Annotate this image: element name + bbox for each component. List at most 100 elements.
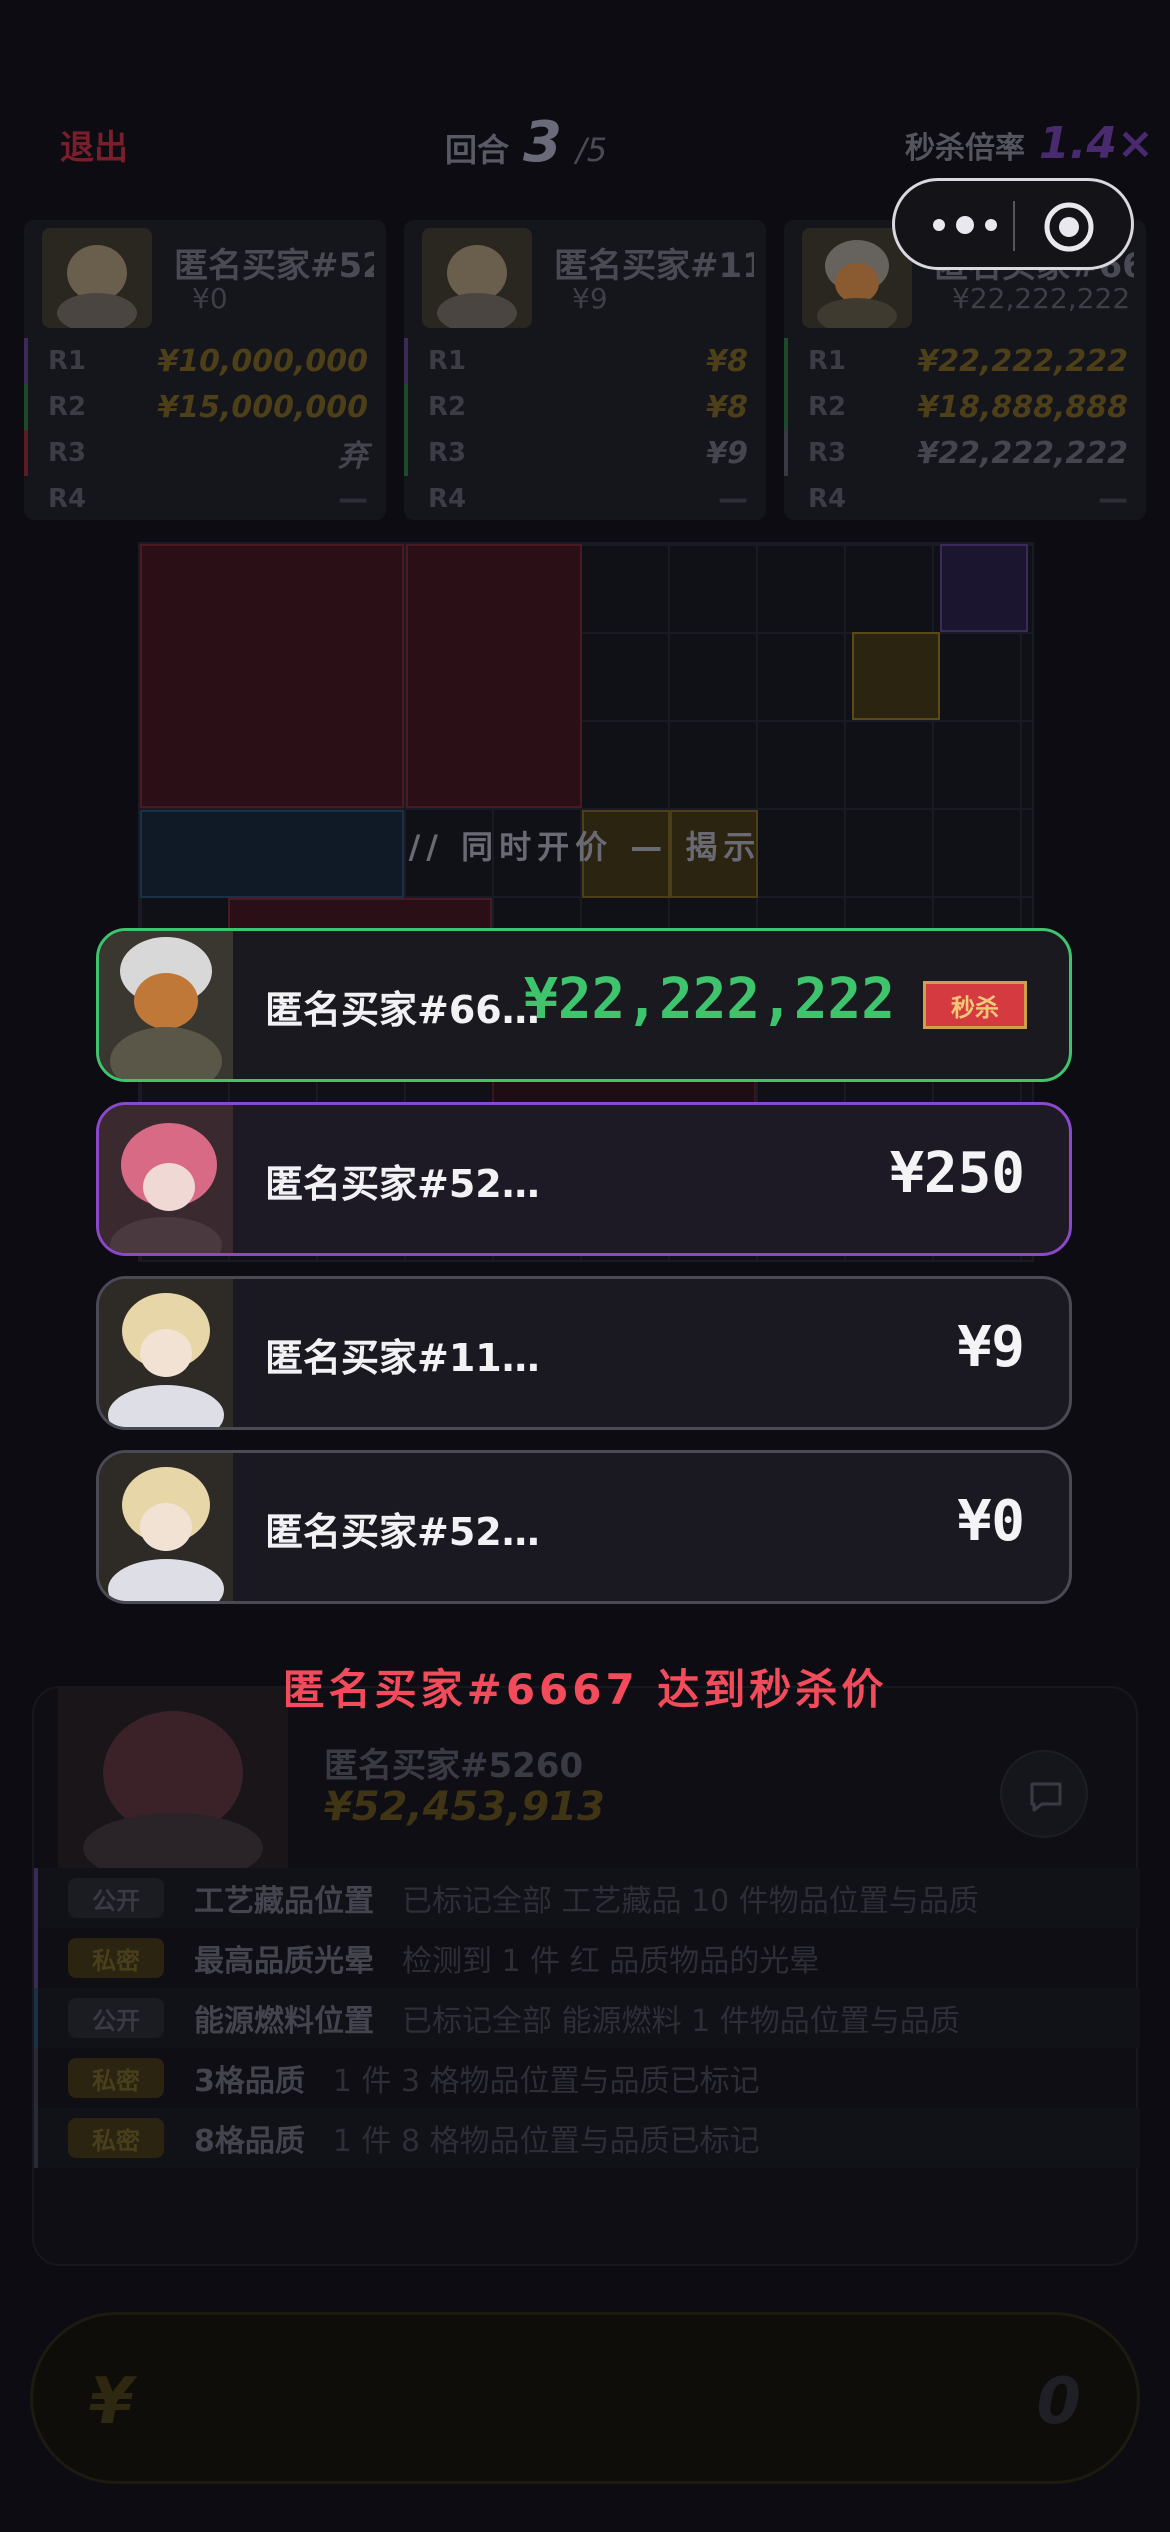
avatar bbox=[42, 228, 152, 328]
round-row: R4 — bbox=[784, 476, 1146, 520]
avatar bbox=[99, 1453, 233, 1601]
round-row: R1 ¥22,222,222 bbox=[784, 338, 1146, 384]
target-icon[interactable] bbox=[1043, 201, 1095, 253]
player-card: 匿名买家#1199 ¥9 R1 ¥8 R2 ¥8 R3 ¥9 R4 — bbox=[404, 220, 766, 520]
visibility-tag: 公开 bbox=[68, 1998, 164, 2038]
round-value: ¥22,222,222 bbox=[917, 343, 1128, 379]
info-desc: 检测到 1 件 红 品质物品的光晕 bbox=[402, 1944, 820, 1979]
more-dots-icon[interactable] bbox=[925, 203, 1005, 247]
info-row: 私密 3格品质 1 件 3 格物品位置与品质已标记 bbox=[34, 2048, 1140, 2108]
round-row: R1 ¥10,000,000 bbox=[24, 338, 386, 384]
round-label: R2 bbox=[48, 392, 87, 422]
round-label: R1 bbox=[48, 346, 87, 376]
info-title: 8格品质 bbox=[194, 2124, 305, 2159]
avatar bbox=[99, 931, 233, 1079]
multiplier-value: 1.4× bbox=[1039, 118, 1154, 169]
visibility-tag: 私密 bbox=[68, 2118, 164, 2158]
my-status-panel: 匿名买家#5260 ¥52,453,913 公开 工艺藏品位置 已标记全部 工艺… bbox=[32, 1686, 1140, 2266]
round-row: R1 ¥8 bbox=[404, 338, 766, 384]
visibility-tag: 私密 bbox=[68, 1938, 164, 1978]
round-row: R3 弃 bbox=[24, 430, 386, 476]
bidder-name: 匿名买家#1199 bbox=[265, 1336, 547, 1380]
grid-item-red bbox=[406, 544, 582, 808]
round-row: R2 ¥18,888,888 bbox=[784, 384, 1146, 430]
round-label: R2 bbox=[808, 392, 847, 422]
info-title: 3格品质 bbox=[194, 2064, 305, 2099]
info-row: 私密 最高品质光晕 检测到 1 件 红 品质物品的光晕 bbox=[34, 1928, 1140, 1988]
chat-button[interactable] bbox=[1000, 1750, 1088, 1838]
grid-item-red bbox=[140, 544, 404, 808]
round-label: R1 bbox=[808, 346, 847, 376]
reveal-title: // 同时开价 — 揭示 bbox=[408, 828, 762, 866]
multiplier-indicator: 秒杀倍率 1.4× bbox=[905, 118, 1154, 169]
chat-icon bbox=[1030, 1782, 1062, 1812]
round-row: R4 — bbox=[404, 476, 766, 520]
round-value: — bbox=[1098, 481, 1128, 517]
my-name: 匿名买家#5260 bbox=[324, 1746, 584, 1786]
player-total: ¥9 bbox=[572, 282, 608, 315]
round-label: R3 bbox=[808, 438, 847, 468]
round-value: ¥9 bbox=[706, 435, 748, 471]
player-name: 匿名买家#5260 bbox=[174, 246, 374, 286]
round-label: R2 bbox=[428, 392, 467, 422]
bid-input[interactable]: ¥ 0 bbox=[30, 2312, 1140, 2484]
instant-win-badge: 秒杀 bbox=[923, 981, 1027, 1029]
avatar bbox=[99, 1105, 233, 1253]
round-value: 弃 bbox=[338, 439, 368, 474]
round-label: R4 bbox=[48, 484, 87, 514]
bid-amount: ¥22,222,222 bbox=[524, 967, 895, 1032]
instant-win-announcement: 匿名买家#6667 达到秒杀价 bbox=[282, 1665, 888, 1714]
bid-amount: ¥9 bbox=[957, 1315, 1025, 1380]
info-title: 能源燃料位置 bbox=[194, 2004, 374, 2039]
currency-symbol: ¥ bbox=[89, 2365, 134, 2439]
round-label: R4 bbox=[428, 484, 467, 514]
round-value: ¥18,888,888 bbox=[917, 389, 1128, 425]
grid-item-purple bbox=[940, 544, 1028, 632]
round-value: ¥10,000,000 bbox=[157, 343, 368, 379]
round-label: R1 bbox=[428, 346, 467, 376]
background-game-layer: 退出 回合 3 /5 秒杀倍率 1.4× 匿名买家#5260 ¥0 R1 ¥10,… bbox=[0, 0, 1170, 2532]
info-desc: 1 件 8 格物品位置与品质已标记 bbox=[332, 2124, 760, 2159]
avatar bbox=[99, 1279, 233, 1427]
bid-card-winner: 匿名买家#6667 ¥22,222,222 秒杀 bbox=[96, 928, 1072, 1082]
round-label: R3 bbox=[48, 438, 87, 468]
round-label: R4 bbox=[808, 484, 847, 514]
miniprogram-capsule bbox=[892, 178, 1134, 270]
info-row: 公开 能源燃料位置 已标记全部 能源燃料 1 件物品位置与品质 bbox=[34, 1988, 1140, 2048]
round-value: ¥8 bbox=[706, 389, 748, 425]
round-value: ¥15,000,000 bbox=[157, 389, 368, 425]
multiplier-label: 秒杀倍率 bbox=[905, 131, 1025, 166]
visibility-tag: 私密 bbox=[68, 2058, 164, 2098]
top-bar: 退出 回合 3 /5 秒杀倍率 1.4× bbox=[0, 110, 1170, 180]
bid-amount: ¥250 bbox=[890, 1141, 1025, 1206]
info-row: 公开 工艺藏品位置 已标记全部 工艺藏品 10 件物品位置与品质 bbox=[34, 1868, 1140, 1928]
bid-amount: ¥0 bbox=[957, 1489, 1025, 1554]
info-title: 工艺藏品位置 bbox=[194, 1884, 374, 1919]
exit-button[interactable]: 退出 bbox=[60, 120, 128, 169]
bidder-name: 匿名买家#5262 bbox=[265, 1510, 547, 1554]
bid-card: 匿名买家#1199 ¥9 bbox=[96, 1276, 1072, 1430]
info-desc: 已标记全部 能源燃料 1 件物品位置与品质 bbox=[402, 2004, 960, 2039]
my-amount: ¥52,453,913 bbox=[324, 1784, 605, 1830]
bidder-name: 匿名买家#5260 bbox=[265, 1162, 547, 1206]
player-total: ¥0 bbox=[192, 282, 228, 315]
avatar bbox=[422, 228, 532, 328]
round-row: R4 — bbox=[24, 476, 386, 520]
round-total: /5 bbox=[575, 131, 608, 169]
round-row: R3 ¥22,222,222 bbox=[784, 430, 1146, 476]
info-list: 公开 工艺藏品位置 已标记全部 工艺藏品 10 件物品位置与品质 私密 最高品质… bbox=[34, 1868, 1140, 2168]
round-indicator: 回合 3 /5 bbox=[445, 110, 607, 175]
info-title: 最高品质光晕 bbox=[194, 1944, 374, 1979]
bid-card: 匿名买家#5260 ¥250 bbox=[96, 1102, 1072, 1256]
round-label: R3 bbox=[428, 438, 467, 468]
player-name: 匿名买家#1199 bbox=[554, 246, 754, 286]
info-row: 私密 8格品质 1 件 8 格物品位置与品质已标记 bbox=[34, 2108, 1140, 2168]
player-total: ¥22,222,222 bbox=[952, 282, 1131, 315]
round-current: 3 bbox=[523, 110, 562, 175]
round-value: ¥22,222,222 bbox=[917, 435, 1128, 471]
round-row: R2 ¥8 bbox=[404, 384, 766, 430]
round-value: — bbox=[718, 481, 748, 517]
player-card: 匿名买家#5260 ¥0 R1 ¥10,000,000 R2 ¥15,000,000… bbox=[24, 220, 386, 520]
grid-item-gold bbox=[852, 632, 940, 720]
round-value: ¥8 bbox=[706, 343, 748, 379]
